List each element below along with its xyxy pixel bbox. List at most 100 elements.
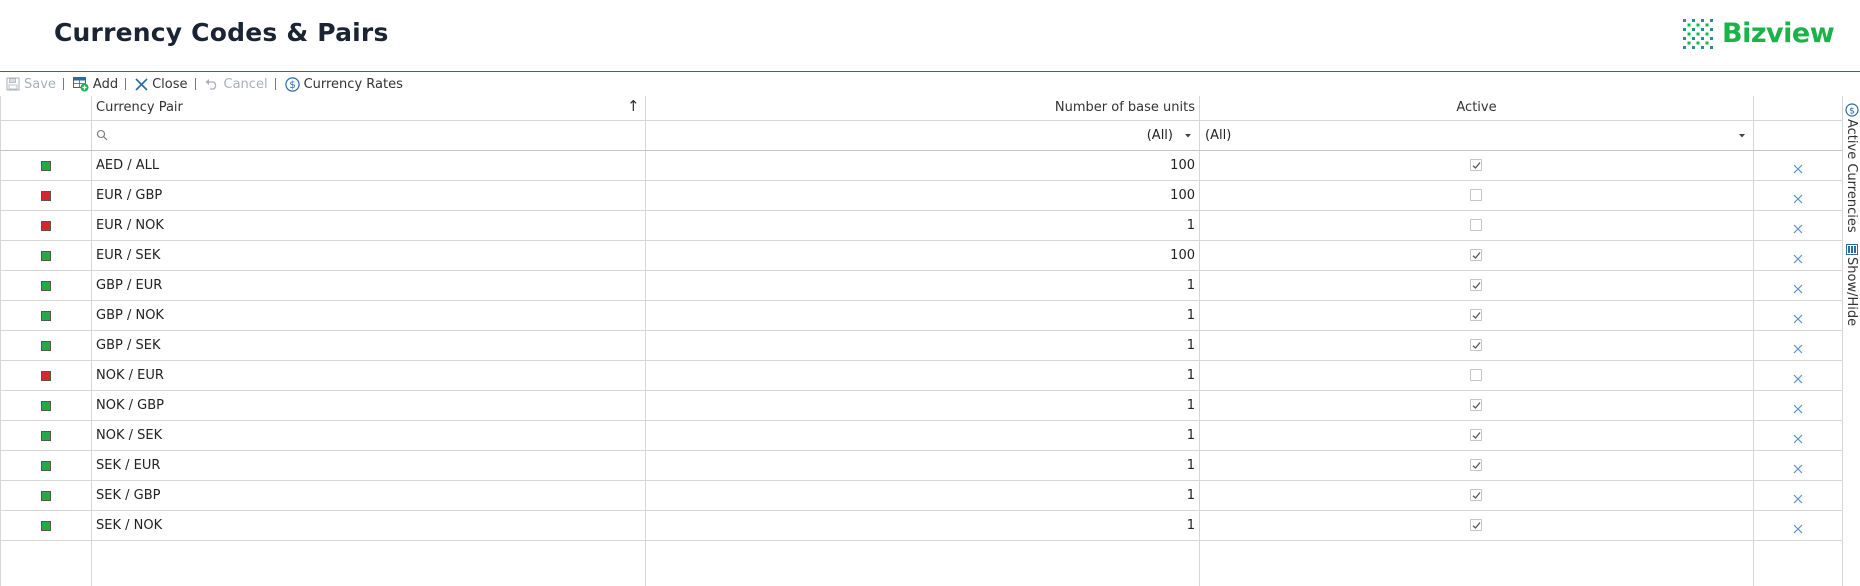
grid-row-line xyxy=(0,540,1843,541)
active-currencies-tab[interactable]: $ Active Currencies xyxy=(1843,103,1860,233)
checkmark-icon xyxy=(1472,432,1481,439)
toolbar-separator xyxy=(62,78,64,90)
table-row[interactable]: GBP / EUR 1 xyxy=(0,271,1842,301)
active-checkbox[interactable] xyxy=(1470,369,1482,381)
active-checkbox[interactable] xyxy=(1470,459,1482,471)
close-button-label: Close xyxy=(152,76,188,92)
close-button[interactable]: Close xyxy=(129,77,191,92)
column-header-active[interactable]: Active xyxy=(1200,101,1753,115)
active-checkbox[interactable] xyxy=(1470,159,1482,171)
currency-pair-cell[interactable]: SEK / EUR xyxy=(96,459,160,473)
currency-pair-cell[interactable]: GBP / SEK xyxy=(96,339,160,353)
cancel-button[interactable]: Cancel xyxy=(199,77,272,92)
base-units-cell[interactable]: 1 xyxy=(650,279,1195,293)
active-checkbox[interactable] xyxy=(1470,339,1482,351)
currency-rates-button-label: Currency Rates xyxy=(303,76,403,92)
table-row[interactable]: EUR / SEK 100 xyxy=(0,241,1842,271)
active-checkbox[interactable] xyxy=(1470,249,1482,261)
column-header-currency-pair[interactable]: Currency Pair xyxy=(96,101,636,115)
base-units-cell[interactable]: 1 xyxy=(650,459,1195,473)
undo-icon xyxy=(205,79,216,90)
table-row[interactable]: NOK / SEK 1 xyxy=(0,421,1842,451)
delete-row-icon[interactable] xyxy=(1792,430,1804,444)
delete-row-icon[interactable] xyxy=(1792,280,1804,294)
base-units-filter-dropdown[interactable]: (All) xyxy=(646,121,1199,150)
currency-rates-button[interactable]: $ Currency Rates xyxy=(279,77,407,92)
toolbar-separator xyxy=(274,78,276,90)
table-row[interactable]: GBP / SEK 1 xyxy=(0,331,1842,361)
active-checkbox[interactable] xyxy=(1470,429,1482,441)
delete-row-icon[interactable] xyxy=(1792,520,1804,534)
base-units-cell[interactable]: 100 xyxy=(650,159,1195,173)
currency-pair-cell[interactable]: EUR / NOK xyxy=(96,219,164,233)
search-icon xyxy=(96,129,108,141)
delete-row-icon[interactable] xyxy=(1792,340,1804,354)
table-row[interactable]: GBP / NOK 1 xyxy=(0,301,1842,331)
delete-row-icon[interactable] xyxy=(1792,460,1804,474)
currency-pairs-grid: Currency Pair ↑ Number of base units Act… xyxy=(0,96,1843,586)
table-row[interactable]: SEK / GBP 1 xyxy=(0,481,1842,511)
base-units-cell[interactable]: 1 xyxy=(650,489,1195,503)
svg-text:$: $ xyxy=(289,80,295,91)
delete-row-icon[interactable] xyxy=(1792,310,1804,324)
status-indicator xyxy=(41,221,51,231)
currency-pair-cell[interactable]: NOK / EUR xyxy=(96,369,164,383)
base-units-cell[interactable]: 1 xyxy=(650,369,1195,383)
table-row[interactable]: EUR / NOK 1 xyxy=(0,211,1842,241)
table-row[interactable]: NOK / EUR 1 xyxy=(0,361,1842,391)
column-header-base-units[interactable]: Number of base units xyxy=(650,101,1195,115)
base-units-cell[interactable]: 100 xyxy=(650,189,1195,203)
delete-row-icon[interactable] xyxy=(1792,190,1804,204)
base-units-cell[interactable]: 1 xyxy=(650,309,1195,323)
delete-row-icon[interactable] xyxy=(1792,400,1804,414)
currency-pair-cell[interactable]: SEK / GBP xyxy=(96,489,160,503)
active-checkbox[interactable] xyxy=(1470,519,1482,531)
column-header-label: Currency Pair xyxy=(96,100,183,115)
active-checkbox[interactable] xyxy=(1470,309,1482,321)
active-checkbox[interactable] xyxy=(1470,399,1482,411)
base-units-cell[interactable]: 100 xyxy=(650,249,1195,263)
page-title: Currency Codes & Pairs xyxy=(54,18,389,47)
currency-pair-cell[interactable]: AED / ALL xyxy=(96,159,159,173)
search-input[interactable] xyxy=(92,121,645,150)
table-row[interactable]: EUR / GBP 100 xyxy=(0,181,1842,211)
table-row[interactable]: SEK / NOK 1 xyxy=(0,511,1842,541)
table-row[interactable]: SEK / EUR 1 xyxy=(0,451,1842,481)
active-filter-dropdown[interactable]: (All) xyxy=(1200,121,1753,150)
currency-pair-cell[interactable]: EUR / GBP xyxy=(96,189,162,203)
table-row[interactable]: AED / ALL 100 xyxy=(0,151,1842,181)
delete-row-icon[interactable] xyxy=(1792,490,1804,504)
currency-pair-cell[interactable]: NOK / GBP xyxy=(96,399,164,413)
base-units-cell[interactable]: 1 xyxy=(650,399,1195,413)
active-checkbox[interactable] xyxy=(1470,279,1482,291)
table-row[interactable]: NOK / GBP 1 xyxy=(0,391,1842,421)
save-button[interactable]: Save xyxy=(0,77,60,92)
base-units-cell[interactable]: 1 xyxy=(650,219,1195,233)
add-button[interactable]: Add xyxy=(67,76,122,92)
currency-pair-cell[interactable]: SEK / NOK xyxy=(96,519,162,533)
currency-pair-cell[interactable]: NOK / SEK xyxy=(96,429,162,443)
delete-row-icon[interactable] xyxy=(1792,370,1804,384)
status-indicator xyxy=(41,251,51,261)
show-hide-label: Show/Hide xyxy=(1844,257,1859,327)
currency-pair-cell[interactable]: GBP / EUR xyxy=(96,279,162,293)
delete-row-icon[interactable] xyxy=(1792,250,1804,264)
active-checkbox[interactable] xyxy=(1470,189,1482,201)
sort-ascending-icon[interactable]: ↑ xyxy=(627,99,640,114)
base-units-cell[interactable]: 1 xyxy=(650,339,1195,353)
side-panel: $ Active Currencies Show/Hide xyxy=(1843,96,1860,586)
checkmark-icon xyxy=(1472,402,1481,409)
show-hide-tab[interactable]: Show/Hide xyxy=(1843,244,1860,326)
currency-coin-icon: $ xyxy=(284,76,300,92)
currency-pair-cell[interactable]: GBP / NOK xyxy=(96,309,164,323)
toolbar-separator xyxy=(194,78,196,90)
delete-row-icon[interactable] xyxy=(1792,160,1804,174)
checkmark-icon xyxy=(1472,312,1481,319)
active-checkbox[interactable] xyxy=(1470,219,1482,231)
currency-pair-cell[interactable]: EUR / SEK xyxy=(96,249,160,263)
active-checkbox[interactable] xyxy=(1470,489,1482,501)
delete-row-icon[interactable] xyxy=(1792,220,1804,234)
svg-text:$: $ xyxy=(1849,107,1855,117)
base-units-cell[interactable]: 1 xyxy=(650,519,1195,533)
base-units-cell[interactable]: 1 xyxy=(650,429,1195,443)
